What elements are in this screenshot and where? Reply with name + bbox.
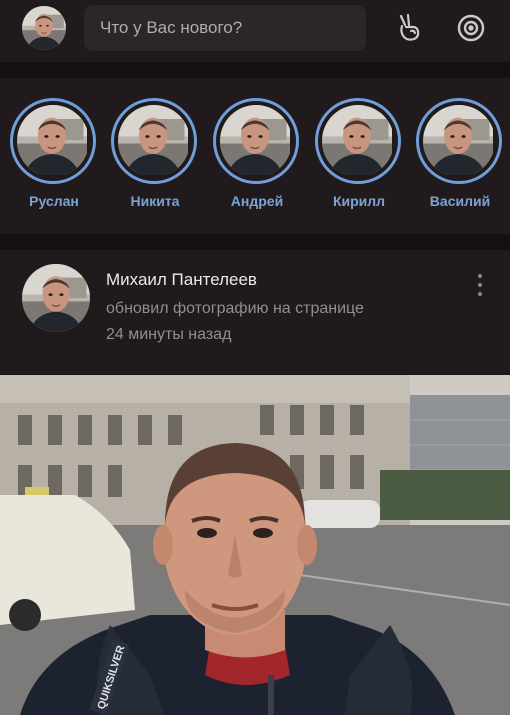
- story-item[interactable]: Руслан: [8, 98, 100, 216]
- divider: [0, 62, 510, 78]
- more-options-icon[interactable]: [470, 272, 490, 298]
- avatar: [118, 105, 190, 177]
- avatar: [220, 105, 292, 177]
- story-ring: [213, 98, 299, 184]
- story-item[interactable]: Василий: [414, 98, 506, 216]
- avatar: [17, 105, 89, 177]
- divider: [0, 234, 510, 250]
- post-time: 24 минуты назад: [106, 326, 232, 343]
- story-ring: [10, 98, 96, 184]
- story-item[interactable]: Кирилл: [313, 98, 405, 216]
- search-placeholder: Что у Вас нового?: [100, 18, 243, 37]
- story-name: Никита: [130, 193, 180, 209]
- stories-strip: Руслан Никита Андрей Кирилл Василий: [0, 78, 510, 234]
- avatar: [423, 105, 495, 177]
- search-input[interactable]: Что у Вас нового?: [84, 5, 366, 51]
- story-name: Василий: [429, 193, 491, 209]
- post-action: обновил фотографию на странице: [106, 300, 364, 317]
- target-icon[interactable]: [455, 12, 487, 44]
- top-bar: Что у Вас нового?: [0, 0, 510, 62]
- peace-hand-icon[interactable]: [394, 12, 426, 44]
- story-ring: [111, 98, 197, 184]
- story-ring: [416, 98, 502, 184]
- story-name: Андрей: [230, 193, 284, 209]
- selfie-image: QUIKSILVER: [0, 375, 510, 715]
- profile-avatar[interactable]: [22, 6, 66, 50]
- story-name: Руслан: [29, 193, 79, 209]
- post-author[interactable]: Михаил Пантелеев: [106, 270, 257, 290]
- story-item[interactable]: Никита: [109, 98, 201, 216]
- story-name: Кирилл: [332, 193, 386, 209]
- story-ring: [315, 98, 401, 184]
- avatar: [322, 105, 394, 177]
- avatar[interactable]: [22, 264, 90, 332]
- post-header: Михаил Пантелеев обновил фотографию на с…: [0, 250, 510, 374]
- story-item[interactable]: Андрей: [211, 98, 303, 216]
- post-photo[interactable]: QUIKSILVER: [0, 375, 510, 715]
